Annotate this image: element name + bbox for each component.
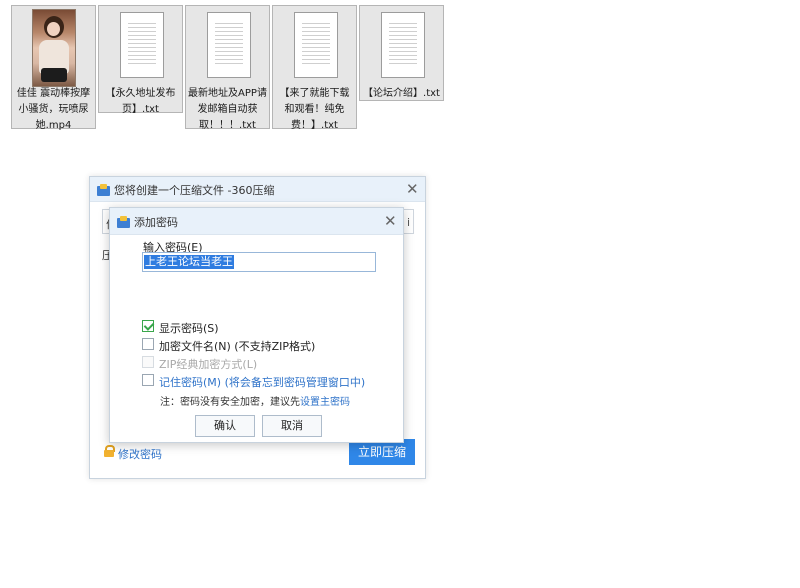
close-icon[interactable]: ✕ bbox=[406, 182, 419, 197]
text-file-icon bbox=[120, 12, 164, 78]
file-item-txt[interactable]: 最新地址及APP请发邮箱自动获取！！！.txt bbox=[185, 5, 270, 131]
file-name: 佳佳 震动棒按摩小骚货，玩喷尿她.mp4 bbox=[16, 88, 91, 131]
window-title: 您将创建一个压缩文件 -360压缩 bbox=[114, 184, 275, 197]
file-name: 【论坛介绍】.txt bbox=[363, 88, 440, 99]
file-name: 【永久地址发布页】.txt bbox=[105, 88, 176, 115]
app-icon bbox=[117, 216, 130, 228]
password-input[interactable]: 上老王论坛当老王 bbox=[142, 252, 376, 272]
modify-password-link[interactable]: 修改密码 bbox=[118, 446, 162, 462]
zip-classic-checkbox bbox=[142, 356, 154, 368]
file-item-video[interactable]: 佳佳 震动棒按摩小骚货，玩喷尿她.mp4 bbox=[11, 5, 96, 131]
confirm-button[interactable]: 确认 bbox=[195, 415, 255, 437]
file-item-txt[interactable]: 【永久地址发布页】.txt bbox=[98, 5, 183, 115]
text-file-icon bbox=[381, 12, 425, 78]
set-master-password-link[interactable]: 设置主密码 bbox=[300, 397, 350, 408]
lock-icon bbox=[104, 445, 115, 457]
encrypt-filenames-checkbox[interactable] bbox=[142, 338, 154, 350]
zip-classic-label: ZIP经典加密方式(L) bbox=[159, 358, 258, 371]
show-password-checkbox[interactable] bbox=[142, 320, 154, 332]
text-file-icon bbox=[294, 12, 338, 78]
encrypt-filenames-label: 加密文件名(N) (不支持ZIP格式) bbox=[159, 340, 316, 353]
note-text: 注：密码没有安全加密，建议先 bbox=[160, 397, 300, 408]
text-file-icon bbox=[207, 12, 251, 78]
cancel-button[interactable]: 取消 bbox=[262, 415, 322, 437]
security-note: 注：密码没有安全加密，建议先设置主密码 bbox=[160, 393, 350, 408]
add-password-dialog: 添加密码 ✕ 输入密码(E) 上老王论坛当老王 显示密码(S) 加密文件名(N)… bbox=[109, 207, 404, 443]
close-icon[interactable]: ✕ bbox=[384, 214, 397, 229]
remember-password-checkbox[interactable] bbox=[142, 374, 154, 386]
dialog-title-bar: 添加密码 ✕ bbox=[110, 208, 403, 235]
file-item-txt[interactable]: 【来了就能下载和观看！纯免费！】.txt bbox=[272, 5, 357, 131]
video-thumbnail bbox=[12, 9, 95, 87]
app-icon bbox=[97, 184, 110, 196]
password-value: 上老王论坛当老王 bbox=[144, 255, 234, 269]
file-item-txt[interactable]: 【论坛介绍】.txt bbox=[359, 5, 444, 101]
show-password-label: 显示密码(S) bbox=[159, 322, 219, 335]
archive-name-end-fragment: i bbox=[406, 216, 410, 229]
remember-password-label: 记住密码(M) (将会备忘到密码管理窗口中) bbox=[159, 376, 366, 389]
photo-thumbnail-image bbox=[32, 9, 76, 87]
file-name: 最新地址及APP请发邮箱自动获取！！！.txt bbox=[188, 88, 267, 131]
dialog-title: 添加密码 bbox=[134, 216, 178, 229]
file-name: 【来了就能下载和观看！纯免费！】.txt bbox=[279, 88, 350, 131]
title-bar: 您将创建一个压缩文件 -360压缩 ✕ bbox=[90, 177, 425, 202]
